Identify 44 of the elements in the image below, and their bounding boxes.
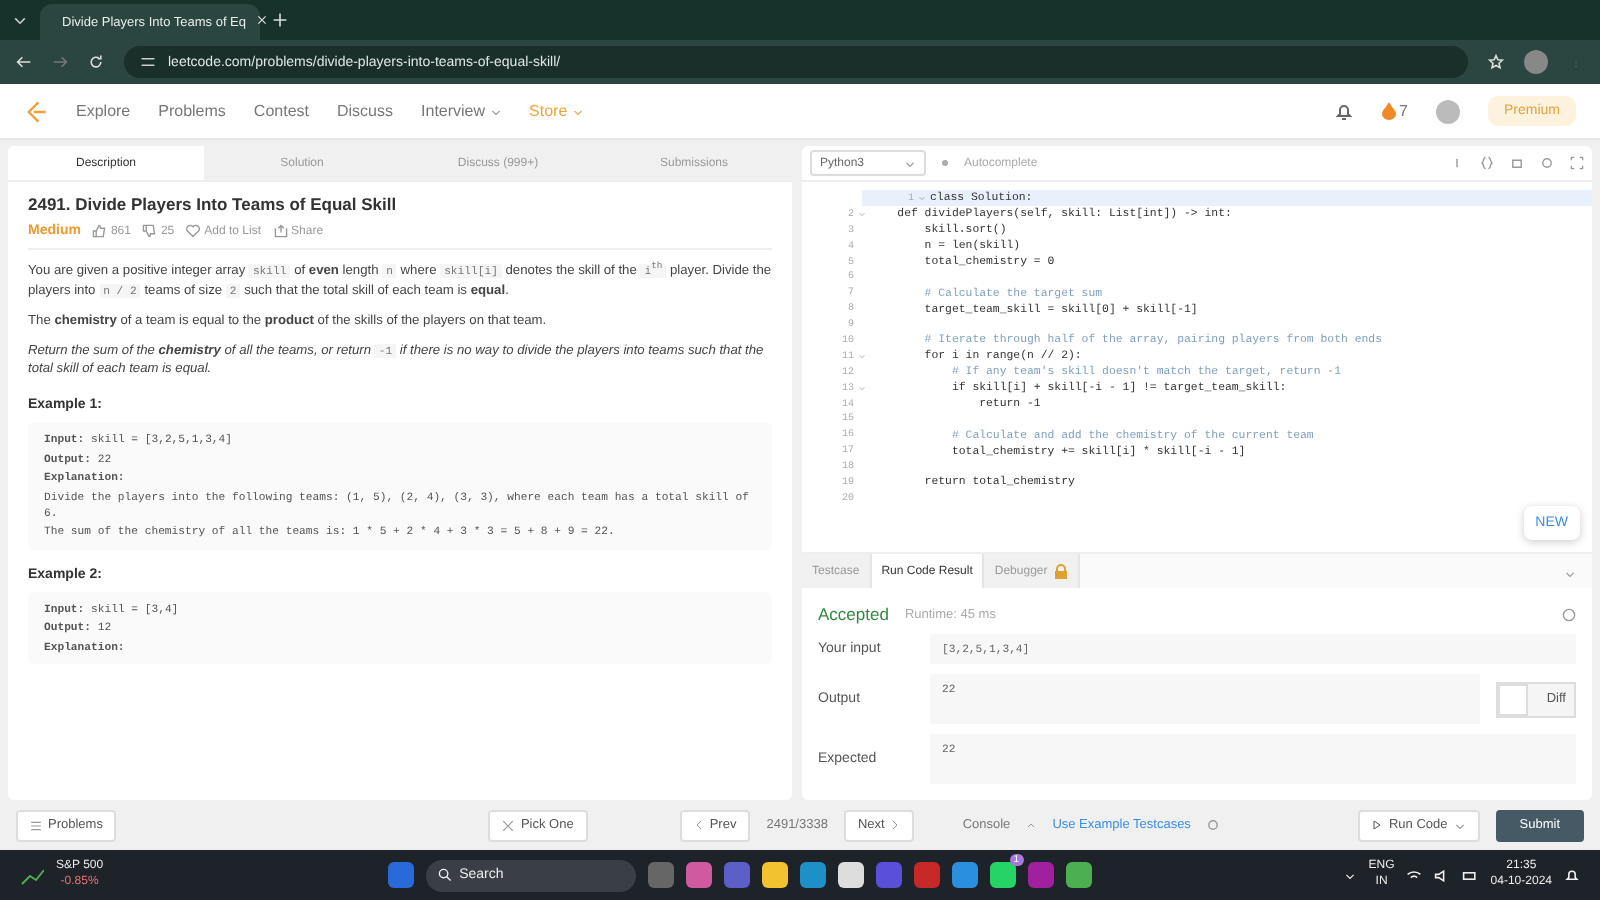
nav-link[interactable]: Explore: [76, 102, 131, 120]
avatar-icon[interactable]: [1435, 99, 1460, 123]
nav-link[interactable]: Problems: [158, 102, 226, 120]
wifi-icon: [1406, 867, 1423, 883]
chevron-right-icon: [890, 820, 901, 830]
dot-icon: [942, 160, 948, 166]
back-icon: [16, 54, 32, 70]
flame-icon: [1381, 102, 1396, 120]
plus-icon: [272, 12, 288, 28]
braces-icon: [1480, 156, 1494, 170]
dropdown-icon: [12, 12, 28, 28]
bell-icon: [1564, 867, 1580, 883]
thumbs-up-icon: [92, 224, 107, 238]
caret-icon: [571, 105, 584, 117]
heart-icon: [186, 224, 201, 238]
streak-count[interactable]: 7: [1381, 102, 1408, 120]
caret-icon: [1453, 819, 1466, 831]
thumbs-down-icon: [142, 224, 157, 238]
nav-link[interactable]: Discuss: [337, 102, 394, 120]
bell-icon: [1333, 101, 1354, 121]
forward-icon: [52, 54, 68, 70]
star-icon: [1488, 54, 1504, 70]
close-icon: [256, 14, 269, 26]
list-icon: [30, 819, 42, 831]
chart-up-icon: [20, 865, 44, 885]
battery-icon: [1462, 867, 1479, 883]
problem-title: 2491. Divide Players Into Teams of Equal Skill: [28, 194, 399, 214]
caret-icon: [1564, 567, 1576, 579]
caret-icon: [1344, 869, 1357, 881]
reload-icon: [88, 54, 104, 70]
shuffle-icon: [502, 819, 515, 831]
lock-icon: [1053, 563, 1068, 579]
site-settings-icon: [140, 54, 156, 70]
nav-link[interactable]: Interview: [421, 102, 502, 120]
fullscreen-icon: [1570, 156, 1584, 170]
caret-icon: [489, 105, 502, 117]
caret-icon: [904, 157, 916, 169]
status-label: Accepted: [818, 604, 889, 624]
play-icon: [1372, 820, 1383, 830]
avatar-icon[interactable]: [1524, 50, 1548, 74]
nav-link[interactable]: Contest: [253, 102, 309, 120]
search-icon: [437, 868, 452, 882]
share-icon: [273, 224, 288, 238]
chevron-left-icon: [693, 820, 704, 830]
